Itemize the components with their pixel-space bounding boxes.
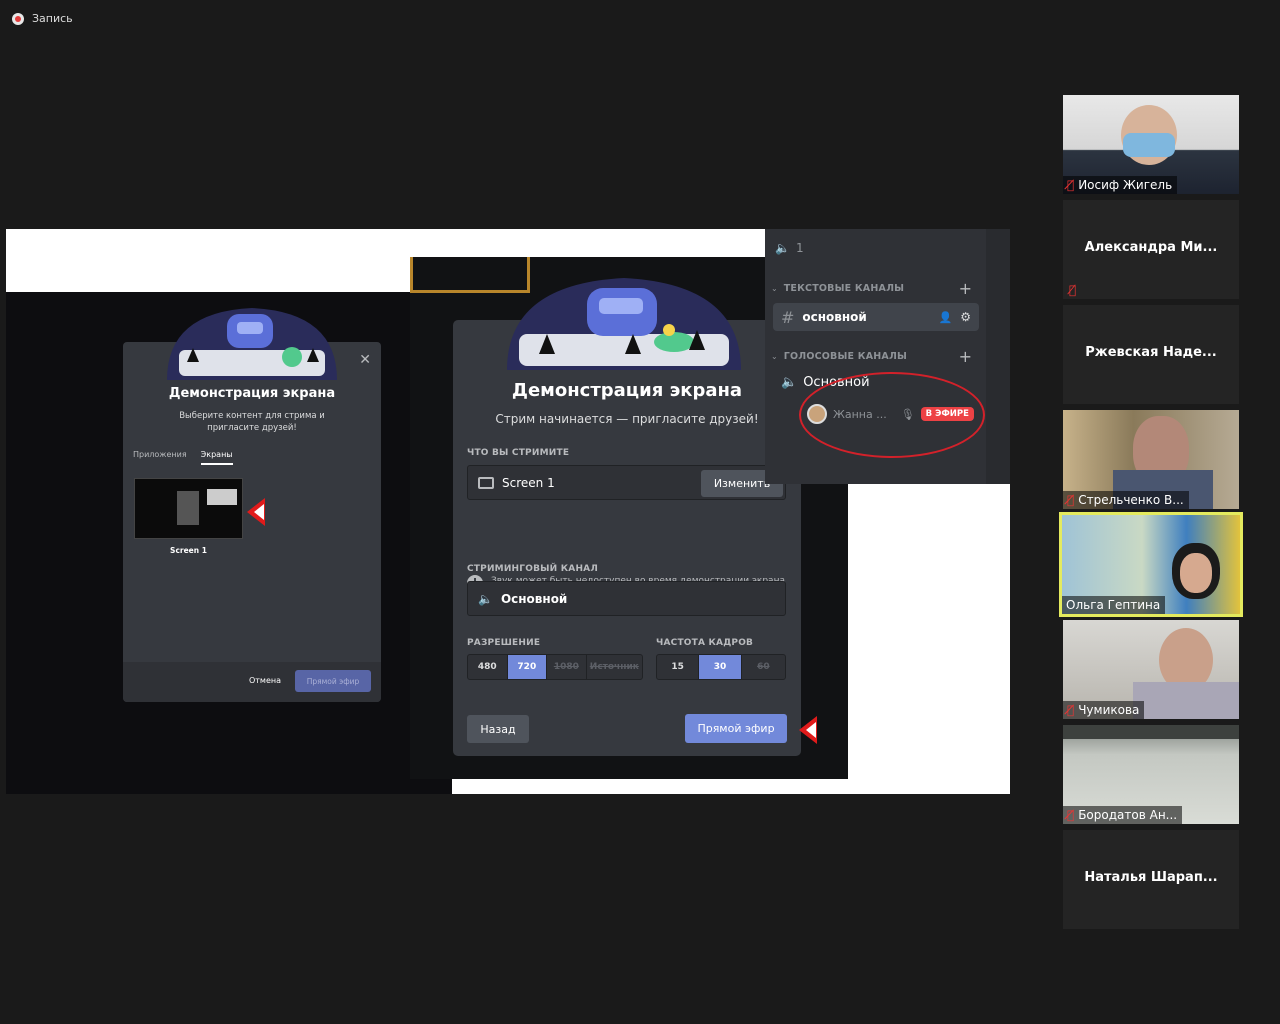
go-live-button[interactable]: Прямой эфир — [685, 714, 787, 743]
chevron-down-icon: ⌄ — [771, 284, 778, 293]
voice-category[interactable]: ⌄ ГОЛОСОВЫЕ КАНАЛЫ — [771, 351, 907, 362]
participant-name: Ольга Гептина — [1066, 598, 1161, 612]
participant-tile[interactable]: 🎙̸ Бородатов Ан... — [1063, 725, 1239, 824]
text-channel-item[interactable]: # основной 👤 ⚙ — [773, 303, 979, 331]
stream-section-label: ЧТО ВЫ СТРИМИТЕ — [467, 448, 570, 458]
stream-source-value: Screen 1 — [502, 475, 555, 490]
participant-tile[interactable]: Александра Ми... 🎙̸ — [1063, 200, 1239, 299]
resolution-option[interactable]: Источник — [587, 655, 642, 679]
mic-muted-icon: 🎙̸ — [1069, 283, 1077, 297]
speaker-icon: 🔈 — [781, 375, 798, 390]
stream-channel-field[interactable]: 🔈 Основной — [467, 581, 786, 616]
source-tabs: Приложения Экраны — [133, 450, 233, 465]
speaker-icon: 🔈 — [478, 591, 493, 606]
record-icon — [12, 12, 24, 25]
dialog-title: Демонстрация экрана — [168, 386, 336, 401]
stream-source-field: Screen 1 Изменить — [467, 465, 786, 500]
dialog-subtitle: Выберите контент для стрима и пригласите… — [179, 411, 325, 433]
gear-icon[interactable]: ⚙ — [960, 310, 971, 324]
participant-caption: 🎙̸ Бородатов Ан... — [1063, 806, 1183, 824]
voice-count: 1 — [795, 241, 804, 255]
stream-channel-value: Основной — [500, 591, 568, 606]
fps-selector: 15 30 60 — [656, 654, 786, 680]
tab-applications[interactable]: Приложения — [133, 450, 187, 465]
dialog-footer: Отмена Прямой эфир — [123, 662, 381, 702]
participant-name: Бородатов Ан... — [1078, 808, 1178, 822]
channel-section-label: СТРИМИНГОВЫЙ КАНАЛ — [467, 564, 599, 574]
text-category-label: ТЕКСТОВЫЕ КАНАЛЫ — [783, 283, 905, 294]
add-channel-icon[interactable]: + — [959, 347, 972, 366]
mic-muted-icon: 🎙̸ — [1067, 703, 1075, 717]
dialog-title: Демонстрация экрана — [511, 380, 743, 401]
resolution-label: РАЗРЕШЕНИЕ — [467, 638, 541, 648]
chevron-down-icon: ⌄ — [771, 352, 778, 361]
text-channel-label: основной — [802, 310, 867, 324]
dialog-subtitle: Стрим начинается — пригласите друзей! — [495, 412, 759, 426]
screenshot-small-dialog: ✕ Демонстрация экрана Выберите контент д… — [6, 292, 452, 794]
add-channel-icon[interactable]: + — [959, 279, 972, 298]
screenshot-channel-panel: 🔈 1 ⌄ ТЕКСТОВЫЕ КАНАЛЫ + # основной 👤 ⚙ … — [765, 229, 1010, 484]
participant-caption: Ольга Гептина — [1062, 596, 1166, 614]
invite-icon[interactable]: 👤 — [939, 311, 953, 324]
voice-counter: 🔈 1 — [775, 241, 804, 255]
participant-caption: 🎙̸ Чумикова — [1063, 701, 1145, 719]
participant-name: Ржевская Наде... — [1085, 345, 1217, 360]
resolution-option[interactable]: 1080 — [547, 655, 587, 679]
fps-label: ЧАСТОТА КАДРОВ — [656, 638, 754, 648]
participant-tile[interactable]: 🎙̸ Чумикова — [1063, 620, 1239, 719]
participant-tile[interactable]: Наталья Шарап... — [1063, 830, 1239, 929]
mic-muted-icon: 🎙̸ — [1067, 178, 1075, 192]
thumb-window — [177, 491, 199, 525]
tab-screens[interactable]: Экраны — [200, 450, 233, 465]
screen-thumbnail[interactable] — [134, 478, 243, 539]
scrollbar[interactable] — [986, 229, 1010, 484]
resolution-option[interactable]: 720 — [507, 655, 548, 679]
resolution-selector: 480 720 1080 Источник — [467, 654, 643, 680]
voice-category-label: ГОЛОСОВЫЕ КАНАЛЫ — [783, 351, 908, 362]
illustration-icon — [507, 278, 741, 370]
recording-label: Запись — [32, 12, 73, 25]
close-icon[interactable]: ✕ — [359, 352, 371, 368]
participant-name: Иосиф Жигель — [1078, 178, 1173, 192]
participant-name: Стрельченко В... — [1078, 493, 1184, 507]
cancel-button[interactable]: Отмена — [249, 676, 281, 685]
back-button[interactable]: Назад — [467, 715, 529, 743]
participant-tile-active-speaker[interactable]: Ольга Гептина — [1059, 512, 1243, 617]
text-category[interactable]: ⌄ ТЕКСТОВЫЕ КАНАЛЫ — [771, 283, 904, 294]
fps-option[interactable]: 15 — [657, 655, 700, 679]
mic-muted-icon: 🎙̸ — [1067, 493, 1075, 507]
thumb-window — [207, 489, 237, 505]
participant-tile[interactable]: 🎙̸ Иосиф Жигель — [1063, 95, 1239, 194]
illustration-icon — [167, 308, 337, 380]
shared-screen: ✕ Демонстрация экрана Выберите контент д… — [6, 229, 1010, 794]
participant-tile[interactable]: 🎙̸ Стрельченко В... — [1063, 410, 1239, 509]
monitor-icon — [478, 476, 494, 489]
participant-name: Наталья Шарап... — [1084, 870, 1218, 885]
speaker-icon: 🔈 — [775, 241, 790, 255]
go-live-button[interactable]: Прямой эфир — [295, 670, 371, 692]
participant-name: Александра Ми... — [1084, 240, 1218, 255]
participant-caption: 🎙̸ Стрельченко В... — [1063, 491, 1189, 509]
participant-tile[interactable]: Ржевская Наде... — [1063, 305, 1239, 404]
thumbnail-label: Screen 1 — [170, 546, 207, 555]
participant-name: Чумикова — [1078, 703, 1140, 717]
fps-option[interactable]: 60 — [742, 655, 785, 679]
recording-indicator[interactable]: Запись — [12, 12, 73, 25]
red-arrow-icon — [799, 716, 817, 744]
resolution-option[interactable]: 480 — [468, 655, 508, 679]
red-arrow-icon — [247, 498, 265, 526]
mic-muted-icon: 🎙̸ — [1067, 808, 1075, 822]
fps-option[interactable]: 30 — [699, 655, 742, 679]
annotation-circle — [799, 372, 985, 458]
hash-icon: # — [781, 307, 795, 327]
screen-share-dialog: Демонстрация экрана Стрим начинается — п… — [453, 278, 801, 756]
participant-caption: 🎙̸ Иосиф Жигель — [1063, 176, 1178, 194]
